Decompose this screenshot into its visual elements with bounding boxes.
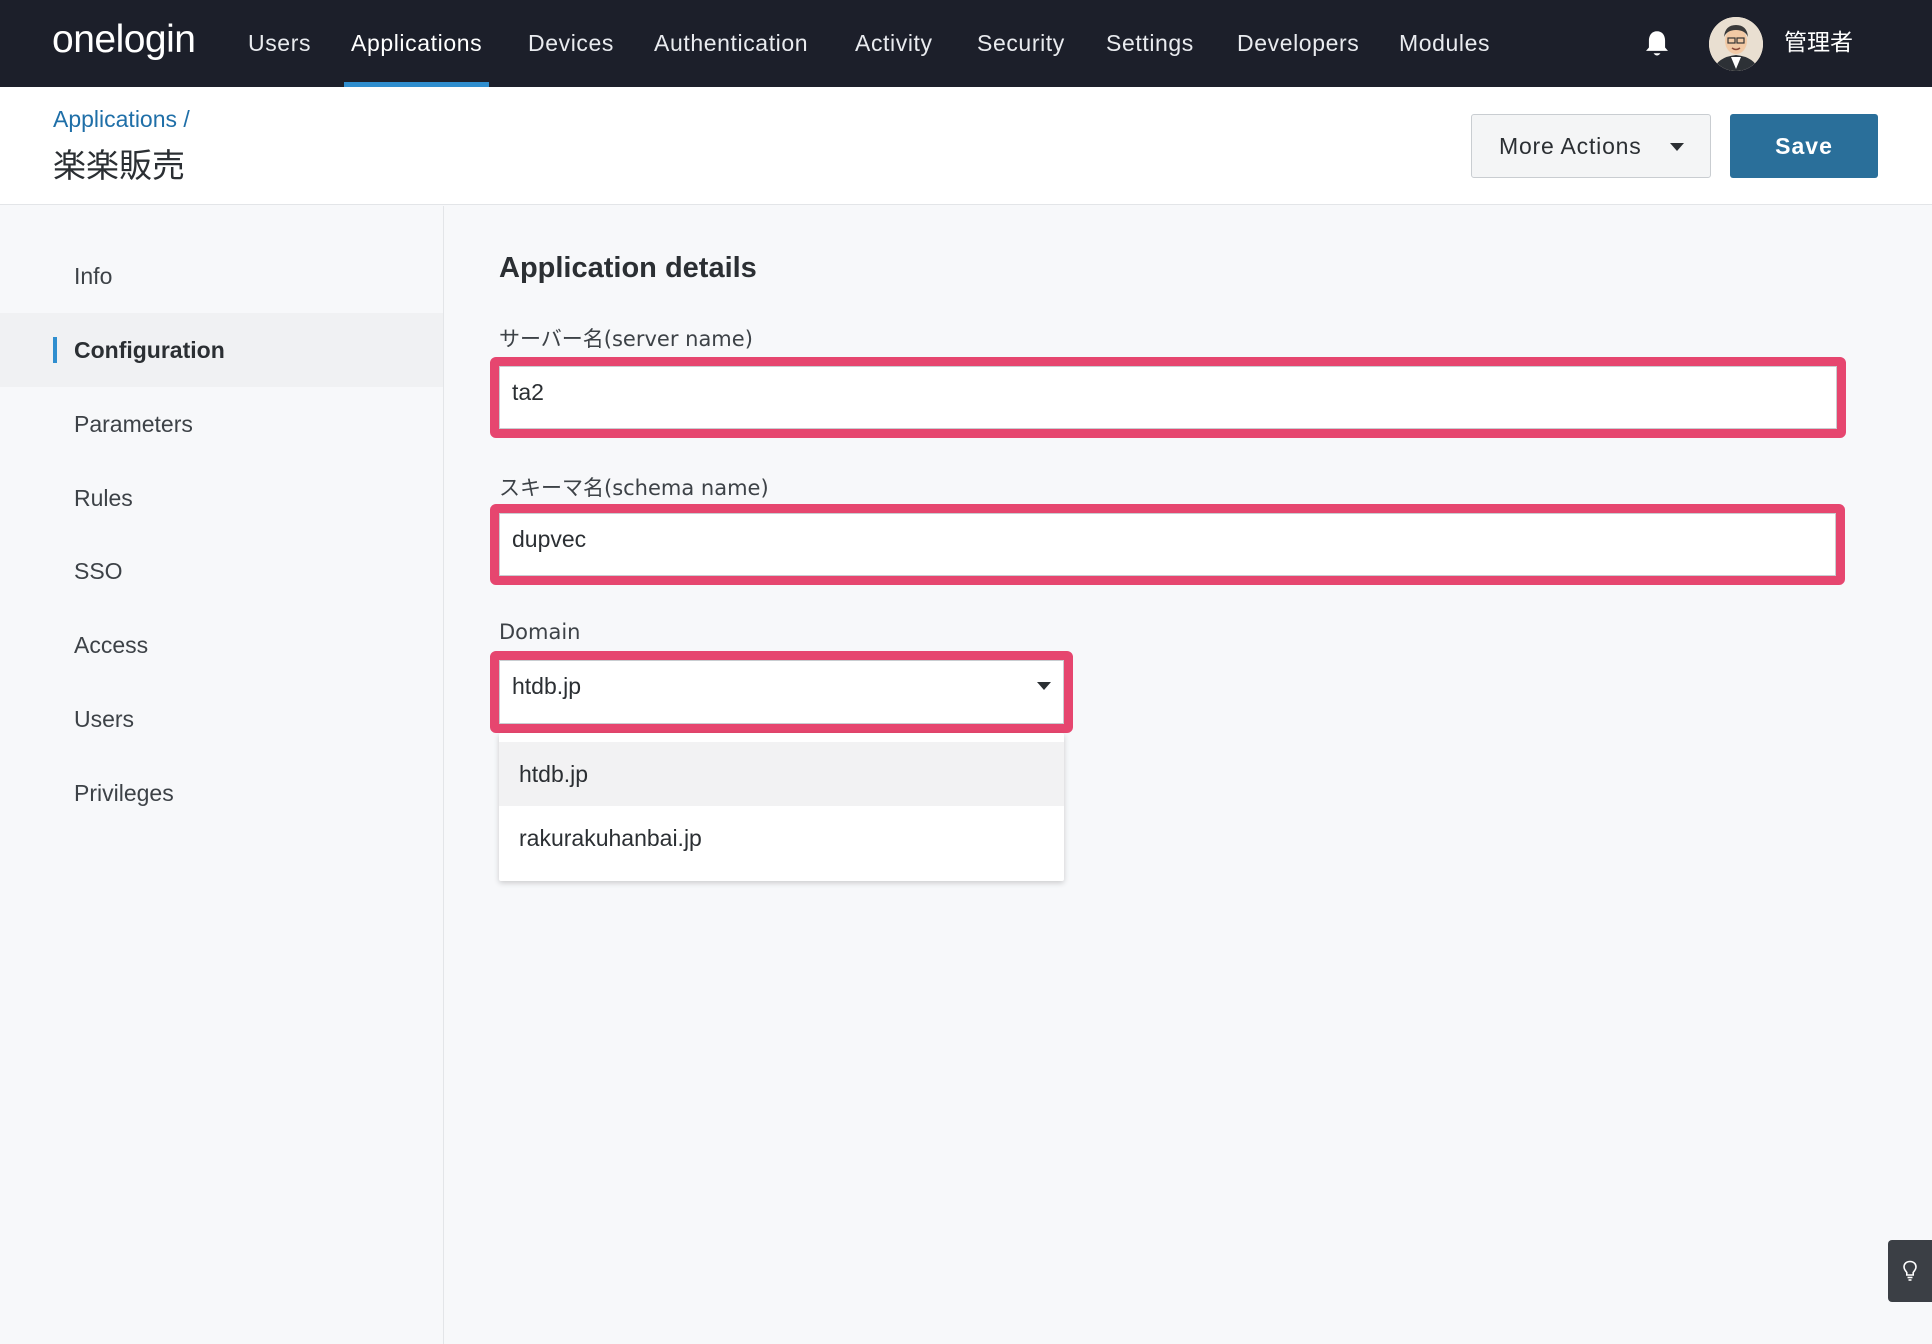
caret-down-icon [1670, 143, 1684, 151]
help-button[interactable] [1888, 1240, 1932, 1302]
more-actions-label: More Actions [1499, 132, 1642, 159]
sidebar: Info Configuration Parameters Rules SSO … [0, 206, 444, 1344]
domain-option[interactable]: rakurakuhanbai.jp [499, 806, 1064, 870]
sidebar-item-privileges[interactable]: Privileges [0, 756, 443, 830]
sidebar-item-info[interactable]: Info [0, 239, 443, 313]
section-title: Application details [499, 252, 757, 284]
server-name-label: サーバー名(server name) [499, 327, 753, 351]
sidebar-item-access[interactable]: Access [0, 608, 443, 682]
sidebar-item-sso[interactable]: SSO [0, 534, 443, 608]
nav-users[interactable]: Users [248, 0, 311, 87]
more-actions-button[interactable]: More Actions [1471, 114, 1711, 178]
nav-activity[interactable]: Activity [855, 0, 933, 87]
nav-devices[interactable]: Devices [528, 0, 614, 87]
user-name[interactable]: 管理者 [1784, 0, 1853, 87]
nav-authentication[interactable]: Authentication [654, 0, 808, 87]
avatar[interactable] [1709, 17, 1763, 71]
server-name-input[interactable]: ta2 [499, 366, 1837, 429]
domain-highlight: htdb.jp [490, 651, 1073, 733]
schema-name-highlight: dupvec [490, 504, 1845, 585]
sidebar-item-configuration[interactable]: Configuration [0, 313, 443, 387]
sidebar-item-rules[interactable]: Rules [0, 461, 443, 535]
breadcrumb[interactable]: Applications / [53, 106, 190, 133]
onelogin-logo[interactable]: onelogin [52, 18, 196, 62]
nav-developers[interactable]: Developers [1237, 0, 1359, 87]
domain-selected-value: htdb.jp [512, 673, 582, 699]
server-name-highlight: ta2 [490, 357, 1846, 438]
schema-name-label: スキーマ名(schema name) [499, 476, 769, 500]
domain-dropdown-menu: htdb.jp rakurakuhanbai.jp [499, 733, 1064, 881]
nav-modules[interactable]: Modules [1399, 0, 1490, 87]
domain-select[interactable]: htdb.jp [499, 660, 1064, 724]
bell-icon[interactable] [1643, 29, 1671, 59]
sidebar-item-parameters[interactable]: Parameters [0, 387, 443, 461]
sidebar-item-users[interactable]: Users [0, 682, 443, 756]
domain-option[interactable]: htdb.jp [499, 742, 1064, 806]
page-header: Applications / 楽楽販売 More Actions Save [0, 87, 1932, 205]
page-title: 楽楽販売 [53, 146, 185, 185]
lightbulb-icon [1903, 1260, 1917, 1281]
domain-label: Domain [499, 620, 581, 644]
top-nav: onelogin Users Applications Devices Auth… [0, 0, 1932, 87]
nav-applications[interactable]: Applications [343, 0, 490, 87]
caret-down-icon [1037, 682, 1051, 690]
schema-name-input[interactable]: dupvec [499, 513, 1836, 576]
nav-settings[interactable]: Settings [1106, 0, 1194, 87]
nav-security[interactable]: Security [977, 0, 1065, 87]
save-button[interactable]: Save [1730, 114, 1878, 178]
